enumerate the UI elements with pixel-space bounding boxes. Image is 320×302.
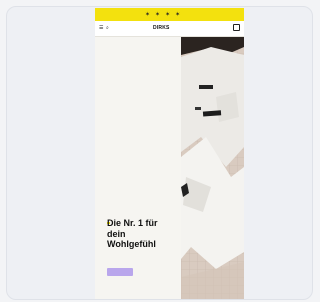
search-icon[interactable]: ⌕ (106, 25, 109, 31)
screenshot-card: ✶ ✶ ✶ ✶ ☰ ⌕ DIRKS Die Nr. 1 für dein Woh… (6, 6, 313, 300)
hero-headline: Die Nr. 1 für dein Wohlgefühl (107, 218, 158, 249)
star-icon: ✶ (155, 11, 161, 18)
hero-cta-button[interactable] (107, 268, 133, 276)
cart-icon[interactable] (233, 24, 240, 31)
star-icon: ✶ (175, 11, 181, 18)
menu-icon[interactable]: ☰ (99, 25, 103, 31)
brand-logo[interactable]: DIRKS (153, 25, 170, 31)
mobile-page: ✶ ✶ ✶ ✶ ☰ ⌕ DIRKS Die Nr. 1 für dein Woh… (95, 8, 244, 299)
hero-image (181, 37, 244, 299)
hero-text-panel (95, 37, 181, 299)
apparel-photo (181, 37, 244, 299)
announcement-bar[interactable]: ✶ ✶ ✶ ✶ (95, 8, 244, 21)
star-icon: ✶ (145, 11, 151, 18)
star-icon: ✶ (165, 11, 171, 18)
top-navbar: ☰ ⌕ DIRKS (95, 21, 244, 37)
